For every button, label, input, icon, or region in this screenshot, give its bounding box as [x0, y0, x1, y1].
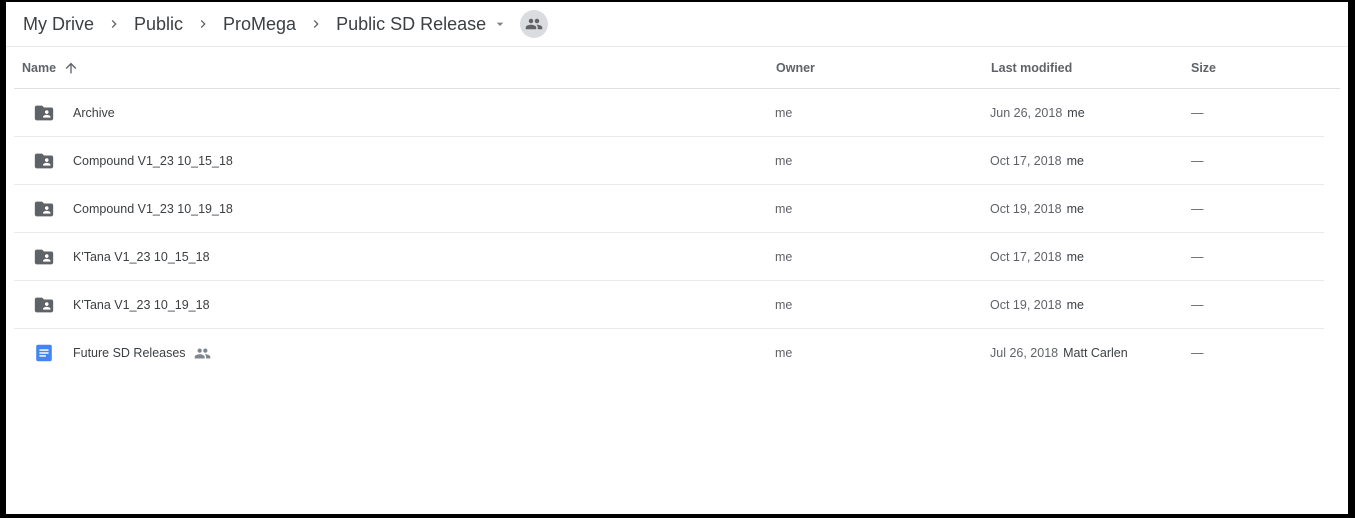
- modified-by: me: [1067, 106, 1085, 120]
- file-modified: Oct 17, 2018 me: [990, 233, 1084, 281]
- column-header-row: Name Owner Last modified Size: [14, 47, 1340, 89]
- file-row[interactable]: K'Tana V1_23 10_19_18 me Oct 19, 2018 me …: [14, 281, 1324, 329]
- chevron-right-icon: [94, 16, 134, 32]
- modified-by: Matt Carlen: [1063, 346, 1128, 360]
- chevron-right-icon: [296, 16, 336, 32]
- arrow-up-icon[interactable]: [63, 60, 79, 76]
- modified-date: Oct 19, 2018: [990, 298, 1062, 312]
- shared-folder-icon: [32, 137, 56, 185]
- file-owner: me: [775, 250, 793, 264]
- modified-date: Jun 26, 2018: [990, 106, 1063, 120]
- file-owner: me: [775, 346, 793, 360]
- column-header-last-modified[interactable]: Last modified: [991, 47, 1072, 89]
- caret-down-icon[interactable]: [492, 16, 508, 32]
- file-list: Archive me Jun 26, 2018 me — Compound V1_…: [14, 89, 1324, 377]
- file-modified: Oct 19, 2018 me: [990, 281, 1084, 329]
- shared-people-icon[interactable]: [520, 10, 549, 38]
- file-row[interactable]: Compound V1_23 10_19_18 me Oct 19, 2018 m…: [14, 185, 1324, 233]
- file-size: —: [1191, 202, 1204, 216]
- modified-date: Oct 17, 2018: [990, 154, 1062, 168]
- file-name: Compound V1_23 10_19_18: [73, 202, 233, 216]
- file-owner: me: [775, 202, 793, 216]
- file-name: Archive: [73, 106, 115, 120]
- file-owner: me: [775, 106, 793, 120]
- file-row[interactable]: K'Tana V1_23 10_15_18 me Oct 17, 2018 me …: [14, 233, 1324, 281]
- chevron-right-icon: [183, 16, 223, 32]
- file-row[interactable]: Future SD Releases me Jul 26, 2018 Matt C…: [14, 329, 1324, 377]
- google-doc-icon: [32, 329, 56, 377]
- modified-by: me: [1066, 250, 1084, 264]
- file-modified: Jun 26, 2018 me: [990, 89, 1085, 137]
- modified-date: Jul 26, 2018: [990, 346, 1059, 360]
- file-row[interactable]: Archive me Jun 26, 2018 me —: [14, 89, 1324, 137]
- file-owner: me: [775, 298, 793, 312]
- modified-by: me: [1066, 298, 1084, 312]
- file-row[interactable]: Compound V1_23 10_15_18 me Oct 17, 2018 m…: [14, 137, 1324, 185]
- file-modified: Oct 17, 2018 me: [990, 137, 1084, 185]
- file-name: K'Tana V1_23 10_15_18: [73, 250, 210, 264]
- file-size: —: [1191, 154, 1204, 168]
- modified-by: me: [1066, 154, 1084, 168]
- file-size: —: [1191, 106, 1204, 120]
- column-header-owner[interactable]: Owner: [776, 47, 815, 89]
- modified-date: Oct 17, 2018: [990, 250, 1062, 264]
- shared-folder-icon: [32, 89, 56, 137]
- modified-by: me: [1066, 202, 1084, 216]
- shared-folder-icon: [32, 185, 56, 233]
- file-modified: Oct 19, 2018 me: [990, 185, 1084, 233]
- shared-people-icon: [194, 345, 211, 362]
- breadcrumb-public[interactable]: Public: [134, 14, 183, 35]
- file-owner: me: [775, 154, 793, 168]
- breadcrumb-promega[interactable]: ProMega: [223, 14, 296, 35]
- column-header-name-label: Name: [22, 61, 57, 75]
- file-name: Compound V1_23 10_15_18: [73, 154, 233, 168]
- breadcrumb-my-drive[interactable]: My Drive: [23, 14, 94, 35]
- column-header-name[interactable]: Name: [22, 47, 79, 89]
- file-name: K'Tana V1_23 10_19_18: [73, 298, 210, 312]
- file-size: —: [1191, 250, 1204, 264]
- shared-folder-icon: [32, 281, 56, 329]
- shared-folder-icon: [32, 233, 56, 281]
- file-size: —: [1191, 346, 1204, 360]
- file-modified: Jul 26, 2018 Matt Carlen: [990, 329, 1128, 377]
- file-name-container: Future SD Releases: [73, 329, 211, 377]
- file-name: Future SD Releases: [73, 346, 186, 360]
- file-size: —: [1191, 298, 1204, 312]
- modified-date: Oct 19, 2018: [990, 202, 1062, 216]
- breadcrumb: My Drive Public ProMega Public SD Releas…: [23, 2, 549, 46]
- breadcrumb-current-folder[interactable]: Public SD Release: [336, 14, 486, 35]
- column-header-size[interactable]: Size: [1191, 47, 1216, 89]
- drive-window: My Drive Public ProMega Public SD Releas…: [6, 2, 1348, 514]
